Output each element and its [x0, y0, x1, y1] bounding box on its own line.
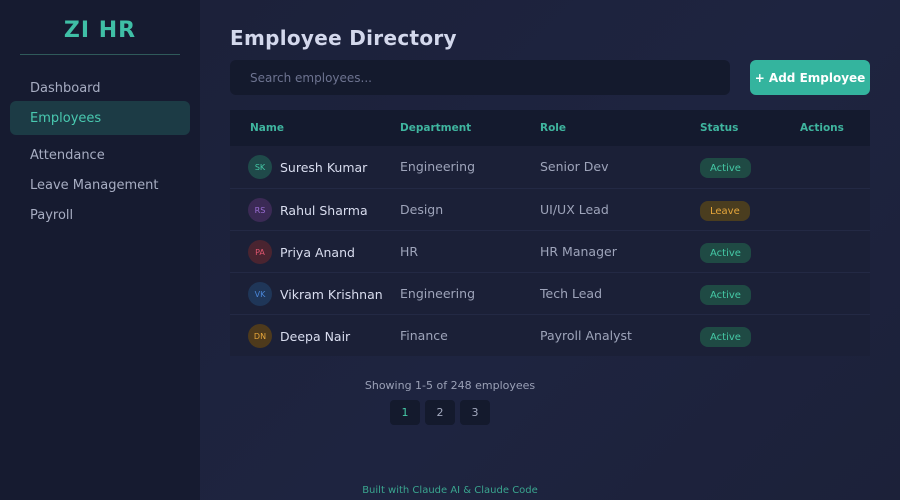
page-button-2[interactable]: 2: [425, 400, 455, 425]
column-header-status[interactable]: Status: [700, 122, 738, 134]
column-header-name[interactable]: Name: [250, 122, 284, 134]
avatar: RS: [248, 198, 272, 222]
table-body: SK Suresh Kumar Engineering Senior Dev Activ…: [230, 146, 870, 356]
avatar: PA: [248, 240, 272, 264]
table-row[interactable]: DN Deepa Nair Finance Payroll Analyst Active: [230, 314, 870, 356]
name-cell: DN Deepa Nair: [248, 324, 350, 348]
employee-name[interactable]: Vikram Krishnan: [280, 287, 383, 302]
name-cell: VK Vikram Krishnan: [248, 282, 383, 306]
role-cell: Payroll Analyst: [540, 328, 632, 343]
table-header: Name Department Role Status Actions: [230, 110, 870, 146]
department-cell: HR: [400, 244, 419, 259]
employee-name[interactable]: Suresh Kumar: [280, 160, 367, 175]
avatar: SK: [248, 155, 272, 179]
column-header-role[interactable]: Role: [540, 122, 566, 134]
employee-name[interactable]: Deepa Nair: [280, 329, 350, 344]
table-row[interactable]: SK Suresh Kumar Engineering Senior Dev Activ…: [230, 146, 870, 188]
logo-divider: [20, 54, 180, 55]
status-badge: Active: [700, 285, 751, 305]
add-employee-button[interactable]: + Add Employee: [750, 60, 870, 95]
sidebar-item-employees[interactable]: Employees: [10, 101, 190, 135]
name-cell: SK Suresh Kumar: [248, 155, 367, 179]
table-row[interactable]: PA Priya Anand HR HR Manager Active: [230, 230, 870, 272]
sidebar-item-attendance[interactable]: Attendance: [10, 138, 190, 172]
search-input[interactable]: [230, 60, 730, 95]
app-root: ZI HR Dashboard Employees Attendance Lea…: [0, 0, 900, 500]
employee-table: Name Department Role Status Actions SK Su…: [230, 110, 870, 356]
sidebar-item-dashboard[interactable]: Dashboard: [10, 71, 190, 105]
avatar: VK: [248, 282, 272, 306]
role-cell: UI/UX Lead: [540, 202, 609, 217]
page-button-3[interactable]: 3: [460, 400, 490, 425]
status-badge: Active: [700, 327, 751, 347]
footer-credit: Built with Claude AI & Claude Code: [362, 485, 538, 496]
role-cell: Tech Lead: [540, 286, 602, 301]
app-logo: ZI HR: [63, 18, 137, 43]
page-button-1[interactable]: 1: [390, 400, 420, 425]
table-row[interactable]: RS Rahul Sharma Design UI/UX Lead Leave: [230, 188, 870, 230]
sidebar-item-leave-management[interactable]: Leave Management: [10, 168, 190, 202]
column-header-department[interactable]: Department: [400, 122, 471, 134]
status-badge: Active: [700, 243, 751, 263]
table-row[interactable]: VK Vikram Krishnan Engineering Tech Lead Act…: [230, 272, 870, 314]
department-cell: Engineering: [400, 159, 475, 174]
department-cell: Engineering: [400, 286, 475, 301]
column-header-actions: Actions: [800, 122, 844, 134]
status-badge: Active: [700, 158, 751, 178]
department-cell: Finance: [400, 328, 448, 343]
name-cell: RS Rahul Sharma: [248, 198, 368, 222]
role-cell: Senior Dev: [540, 159, 609, 174]
department-cell: Design: [400, 202, 444, 217]
sidebar: ZI HR Dashboard Employees Attendance Lea…: [0, 0, 200, 500]
page-title: Employee Directory: [230, 26, 457, 50]
employee-name[interactable]: Priya Anand: [280, 245, 355, 260]
sidebar-item-payroll[interactable]: Payroll: [10, 198, 190, 232]
employee-name[interactable]: Rahul Sharma: [280, 203, 368, 218]
pagination-info: Showing 1-5 of 248 employees: [364, 379, 536, 392]
name-cell: PA Priya Anand: [248, 240, 355, 264]
avatar: DN: [248, 324, 272, 348]
role-cell: HR Manager: [540, 244, 617, 259]
status-badge: Leave: [700, 201, 750, 221]
